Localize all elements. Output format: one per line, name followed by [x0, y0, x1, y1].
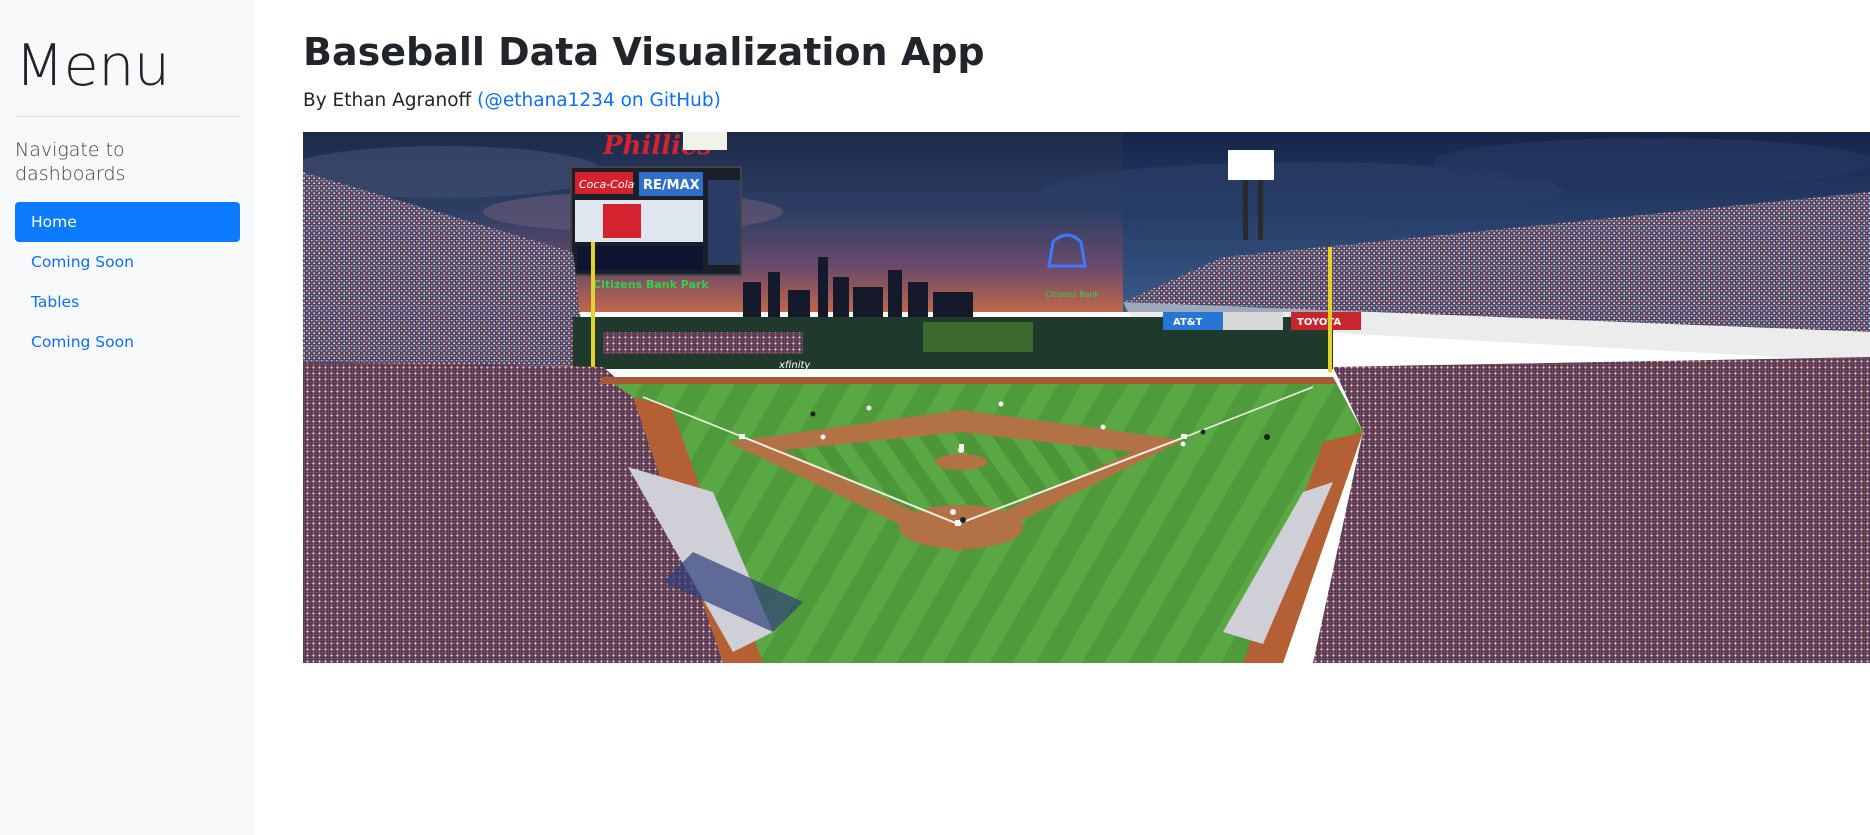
sidebar-item-tables[interactable]: Tables [15, 282, 240, 322]
svg-text:AT&T: AT&T [1173, 317, 1203, 328]
sidebar-item-home[interactable]: Home [15, 202, 240, 242]
github-link[interactable]: (@ethana1234 on GitHub) [477, 90, 721, 111]
author-text: By Ethan Agranoff [303, 90, 478, 111]
sidebar-subtitle: Navigate to dashboards [15, 139, 126, 185]
sidebar-item-coming-soon-2[interactable]: Coming Soon [15, 322, 240, 362]
sidebar-title: Menu [15, 33, 170, 99]
byline: By Ethan Agranoff (@ethana1234 on GitHub… [303, 90, 721, 111]
page-title: Baseball Data Visualization App [303, 30, 985, 74]
stadium-hero-image: Phillies Coca-Cola RE/MAX Citizens Bank … [303, 132, 1870, 663]
sidebar-item-coming-soon-1[interactable]: Coming Soon [15, 242, 240, 282]
sidebar-divider [15, 116, 240, 117]
svg-text:Citizens Bank Park: Citizens Bank Park [593, 278, 709, 291]
svg-text:TOYOTA: TOYOTA [1297, 317, 1341, 328]
svg-text:Coca-Cola: Coca-Cola [579, 178, 635, 191]
svg-text:Citizens Bank: Citizens Bank [1045, 290, 1100, 299]
sidebar: Menu Navigate to dashboards Home Coming … [0, 0, 255, 835]
sidebar-nav: Home Coming Soon Tables Coming Soon [15, 202, 240, 362]
svg-text:RE/MAX: RE/MAX [643, 178, 700, 193]
svg-text:xfinity: xfinity [778, 360, 811, 371]
